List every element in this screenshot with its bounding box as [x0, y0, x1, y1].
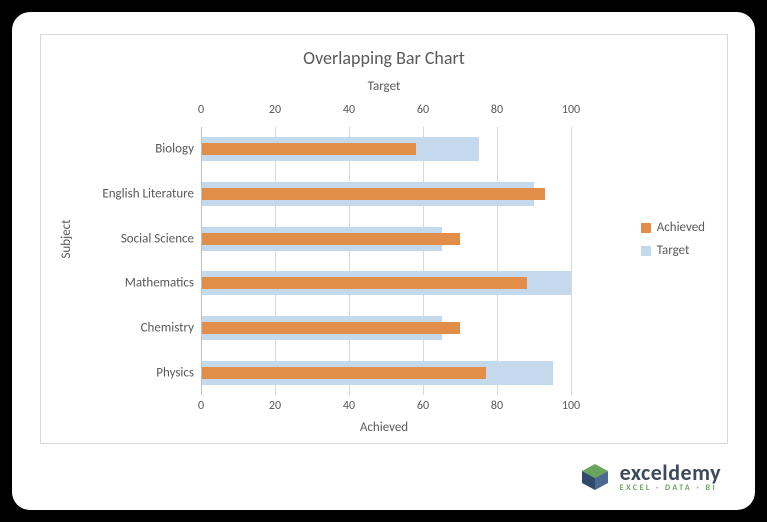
category-label: English Literature: [69, 187, 194, 202]
bars-layer: [201, 127, 571, 395]
chart-title: Overlapping Bar Chart: [41, 35, 727, 75]
tick-label: 60: [417, 103, 429, 117]
bar-achieved: [201, 322, 460, 334]
category-label: Physics: [69, 365, 194, 380]
tick-label: 100: [562, 103, 580, 117]
chart-frame: Overlapping Bar Chart Target Subject 020…: [40, 34, 728, 444]
brand-name: exceldemy: [620, 462, 721, 484]
square-icon: [641, 223, 651, 233]
secondary-x-axis-label: Target: [41, 79, 727, 94]
legend-item-target: Target: [641, 243, 705, 258]
brand-logo: exceldemy EXCEL · DATA · BI: [578, 462, 721, 492]
tick-label: 20: [269, 103, 281, 117]
legend-label: Achieved: [657, 220, 705, 235]
bar-achieved: [201, 277, 527, 289]
brand-text: exceldemy EXCEL · DATA · BI: [620, 462, 721, 492]
bar-achieved: [201, 233, 460, 245]
tick-label: 80: [491, 103, 503, 117]
bar-achieved: [201, 188, 545, 200]
brand-tagline: EXCEL · DATA · BI: [620, 484, 721, 492]
category-label: Social Science: [69, 231, 194, 246]
plot-area: [201, 127, 571, 395]
secondary-x-axis-ticks: 020406080100: [201, 103, 571, 121]
primary-x-axis-label: Achieved: [41, 420, 727, 435]
bar-achieved: [201, 143, 416, 155]
tick-label: 20: [269, 399, 281, 413]
category-label: Mathematics: [69, 276, 194, 291]
category-label: Chemistry: [69, 321, 194, 336]
legend: Achieved Target: [641, 212, 705, 266]
tick-label: 0: [198, 103, 204, 117]
tick-label: 0: [198, 399, 204, 413]
category-labels: Biology English Literature Social Science M…: [69, 127, 194, 395]
cube-icon: [578, 462, 612, 492]
primary-x-axis-ticks: 020406080100: [201, 399, 571, 417]
tick-label: 100: [562, 399, 580, 413]
tick-label: 40: [343, 103, 355, 117]
tick-label: 80: [491, 399, 503, 413]
tick-label: 40: [343, 399, 355, 413]
square-icon: [641, 246, 651, 256]
y-axis-line: [201, 127, 202, 395]
category-label: Biology: [69, 142, 194, 157]
card: Overlapping Bar Chart Target Subject 020…: [12, 12, 755, 510]
tick-label: 60: [417, 399, 429, 413]
legend-item-achieved: Achieved: [641, 220, 705, 235]
bar-achieved: [201, 367, 486, 379]
legend-label: Target: [657, 243, 690, 258]
gridline: [571, 127, 572, 395]
